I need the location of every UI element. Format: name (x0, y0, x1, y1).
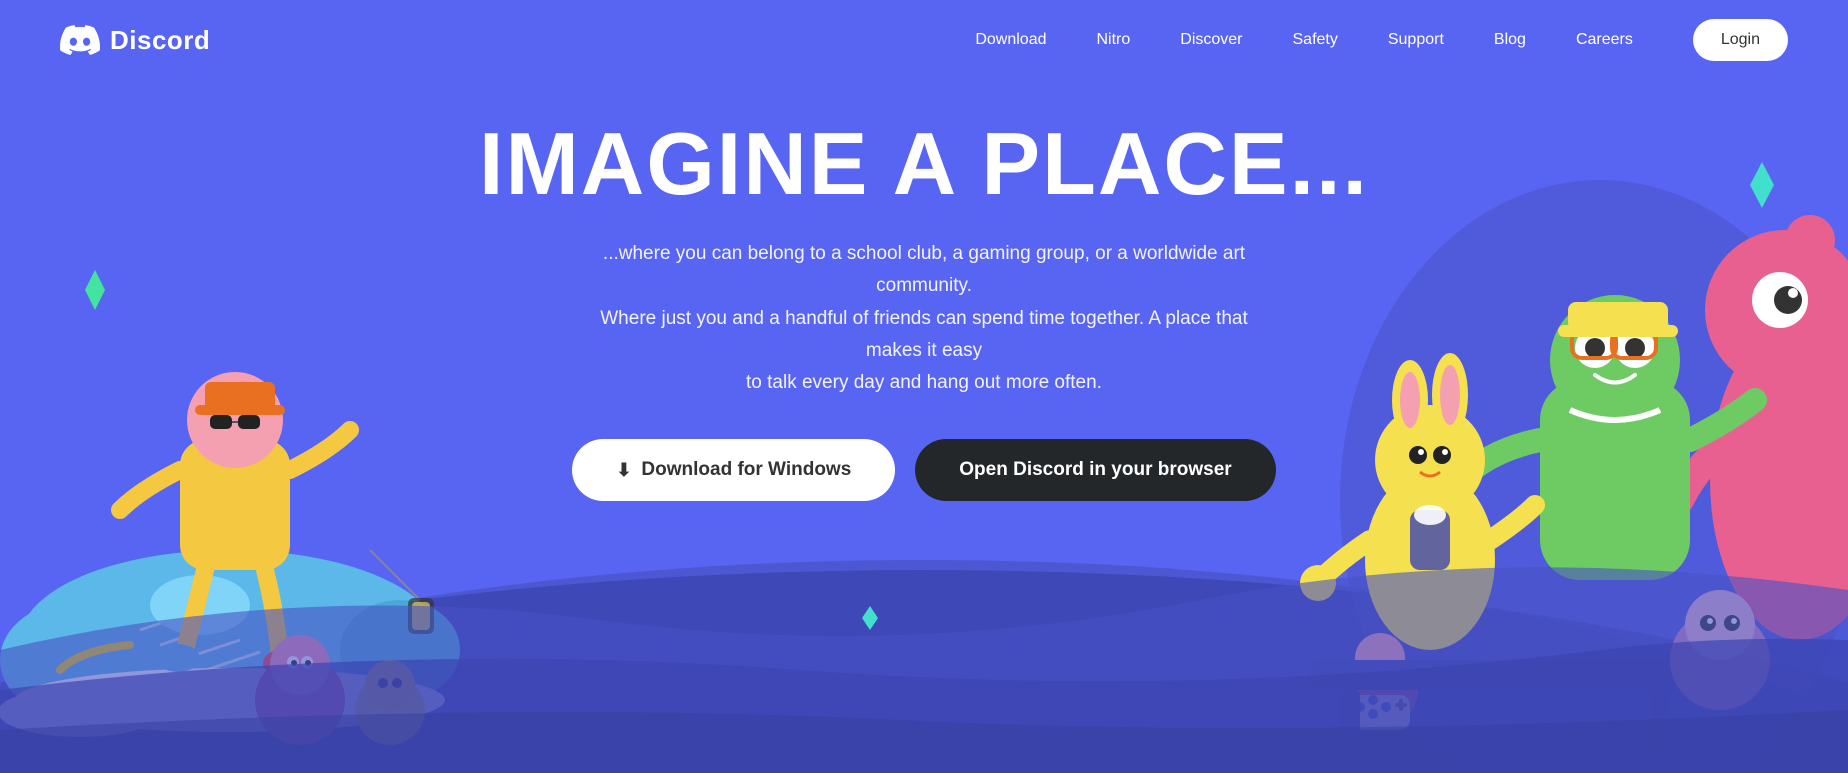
nav-link-discover[interactable]: Discover (1180, 31, 1242, 48)
nav-links: Download Nitro Discover Safety Support B… (975, 31, 1633, 49)
download-button[interactable]: ⬇ Download for Windows (572, 439, 895, 501)
logo[interactable]: Discord (60, 25, 210, 56)
hero-subtitle-line1: ...where you can belong to a school club… (603, 243, 1245, 296)
download-button-label: Download for Windows (641, 459, 851, 481)
navigation: Discord Download Nitro Discover Safety S… (0, 0, 1848, 80)
nav-link-download[interactable]: Download (975, 31, 1046, 48)
download-icon: ⬇ (616, 460, 631, 481)
logo-text: Discord (110, 25, 210, 56)
nav-link-careers[interactable]: Careers (1576, 31, 1633, 48)
open-browser-button[interactable]: Open Discord in your browser (915, 439, 1275, 501)
nav-link-blog[interactable]: Blog (1494, 31, 1526, 48)
nav-link-nitro[interactable]: Nitro (1096, 31, 1130, 48)
discord-logo-icon (60, 25, 100, 55)
login-button[interactable]: Login (1693, 19, 1788, 61)
hero-subtitle-line3: to talk every day and hang out more ofte… (746, 372, 1102, 393)
hero-subtitle: ...where you can belong to a school club… (574, 238, 1274, 399)
nav-link-safety[interactable]: Safety (1293, 31, 1338, 48)
nav-link-support[interactable]: Support (1388, 31, 1444, 48)
hero-subtitle-line2: Where just you and a handful of friends … (600, 308, 1247, 361)
hero-title: IMAGINE A PLACE... (479, 120, 1369, 208)
hero-buttons: ⬇ Download for Windows Open Discord in y… (572, 439, 1275, 501)
hero-section: IMAGINE A PLACE... ...where you can belo… (0, 80, 1848, 501)
